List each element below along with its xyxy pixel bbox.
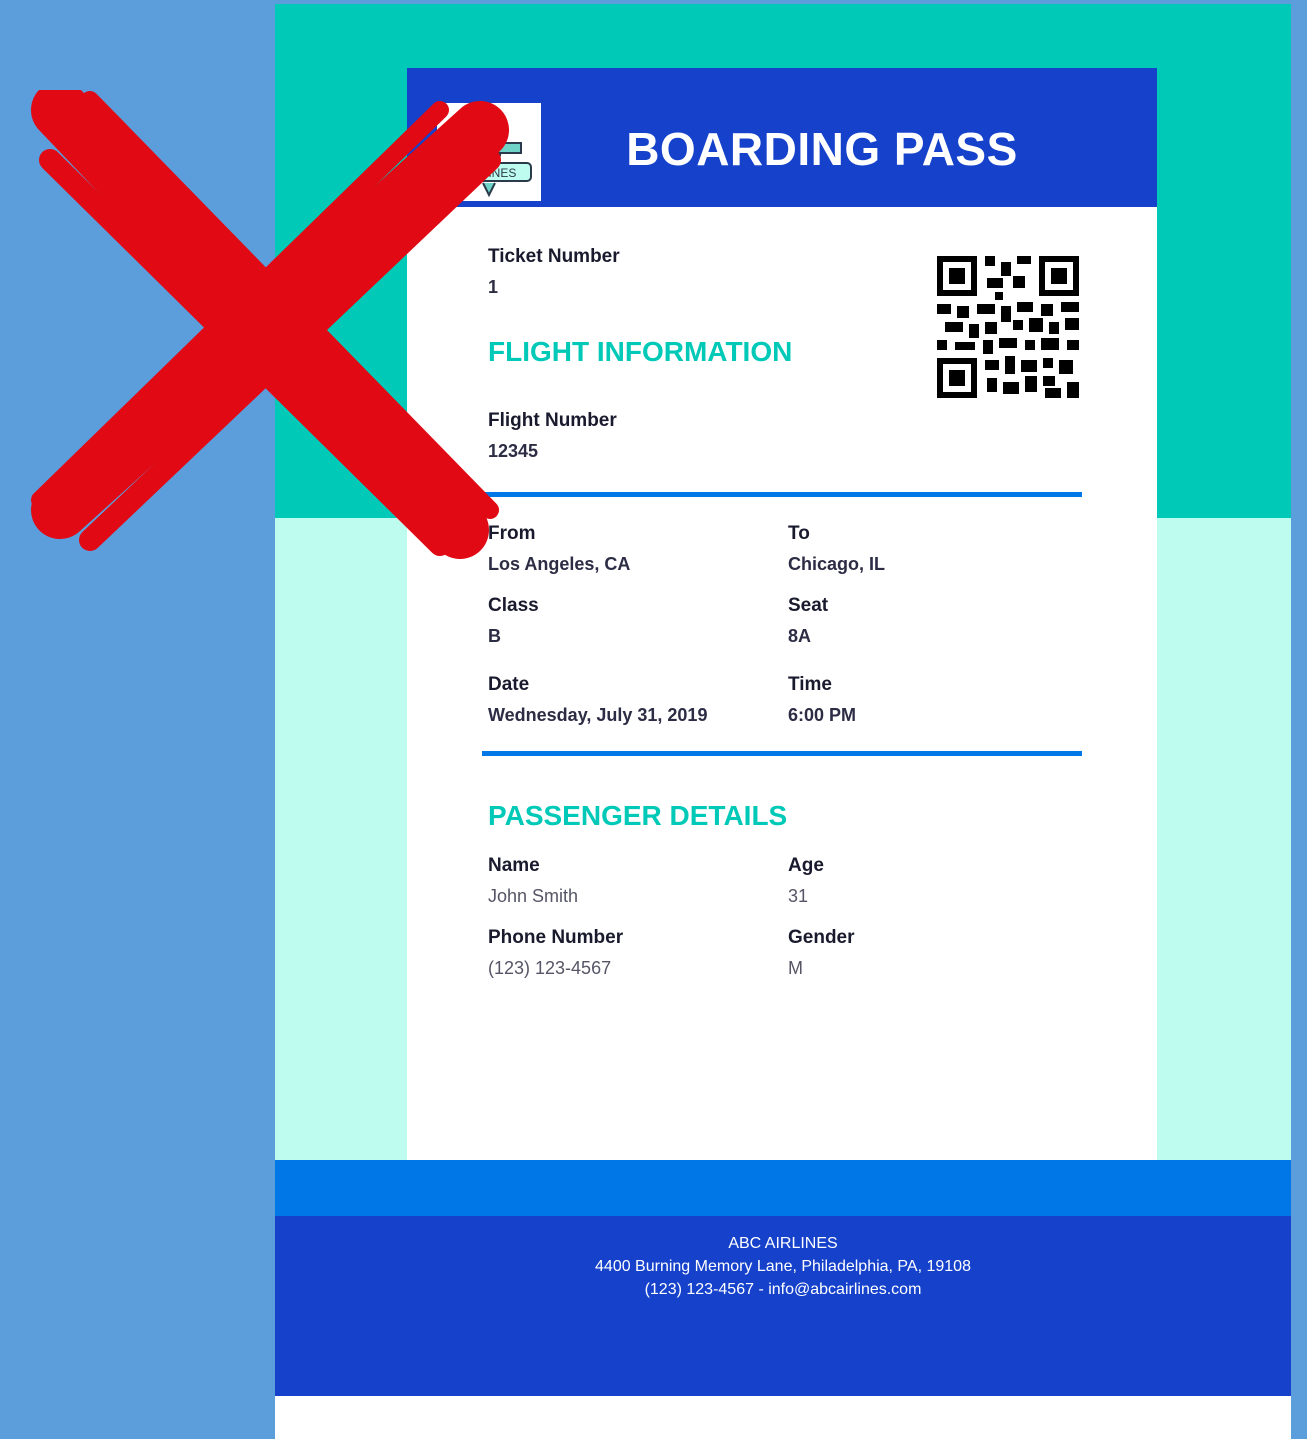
divider-bottom	[482, 751, 1082, 756]
footer-address: 4400 Burning Memory Lane, Philadelphia, …	[595, 1258, 971, 1275]
footer-contact: (123) 123-4567 - info@abcairlines.com	[644, 1281, 922, 1298]
name-field: Name John Smith	[488, 854, 578, 908]
footer-company: ABC AIRLINES	[728, 1235, 838, 1252]
to-label: To	[788, 523, 810, 544]
seat-label: Seat	[788, 595, 829, 616]
time-value: 6:00 PM	[788, 705, 857, 725]
age-value: 31	[788, 886, 809, 906]
date-value: Wednesday, July 31, 2019	[488, 705, 708, 725]
phone-label: Phone Number	[488, 927, 624, 948]
qr-code-icon	[937, 256, 1079, 398]
flight-information-heading: FLIGHT INFORMATION	[488, 336, 793, 367]
age-field: Age 31	[788, 854, 824, 908]
footer: ABC AIRLINES 4400 Burning Memory Lane, P…	[275, 1216, 1291, 1396]
name-value: John Smith	[488, 886, 579, 906]
date-label: Date	[488, 674, 530, 695]
phone-field: Phone Number (123) 123-4567	[488, 926, 623, 980]
class-value: B	[488, 626, 501, 646]
card-header: AIRLINES BOARDING PASS	[407, 68, 1157, 207]
seat-value: 8A	[788, 626, 812, 646]
to-field: To Chicago, IL	[788, 522, 885, 576]
to-value: Chicago, IL	[788, 554, 886, 574]
gender-field: Gender M	[788, 926, 855, 980]
red-x-mark-icon	[31, 90, 509, 559]
date-field: Date Wednesday, July 31, 2019	[488, 673, 707, 727]
time-field: Time 6:00 PM	[788, 673, 856, 727]
boarding-pass-card: AIRLINES BOARDING PASS Ticket Number 1 F…	[407, 68, 1157, 1160]
class-field: Class B	[488, 594, 539, 648]
gender-value: M	[788, 958, 803, 978]
divider-top	[482, 492, 1082, 497]
page-title: BOARDING PASS	[626, 123, 1018, 175]
time-label: Time	[788, 674, 833, 695]
name-label: Name	[488, 855, 540, 876]
gender-label: Gender	[788, 927, 855, 948]
passenger-details-heading: PASSENGER DETAILS	[488, 800, 788, 831]
blue-accent-band	[275, 1160, 1291, 1216]
class-label: Class	[488, 595, 539, 616]
phone-value: (123) 123-4567	[488, 958, 612, 978]
seat-field: Seat 8A	[788, 594, 828, 648]
age-label: Age	[788, 855, 824, 876]
